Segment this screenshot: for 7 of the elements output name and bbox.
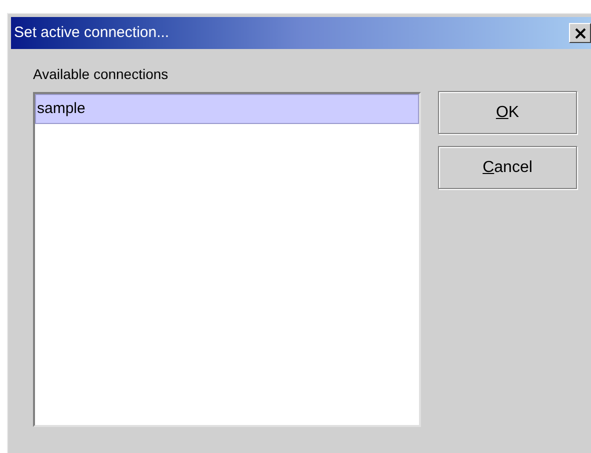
window-title: Set active connection... [13, 22, 170, 43]
dialog-button[interactable]: Cancel [438, 146, 577, 189]
list-item[interactable]: sample [35, 94, 419, 124]
list-label: Available connections [33, 65, 168, 83]
dialog-button[interactable]: OK [438, 91, 577, 134]
close-icon [574, 28, 586, 38]
close-button[interactable] [569, 23, 591, 43]
